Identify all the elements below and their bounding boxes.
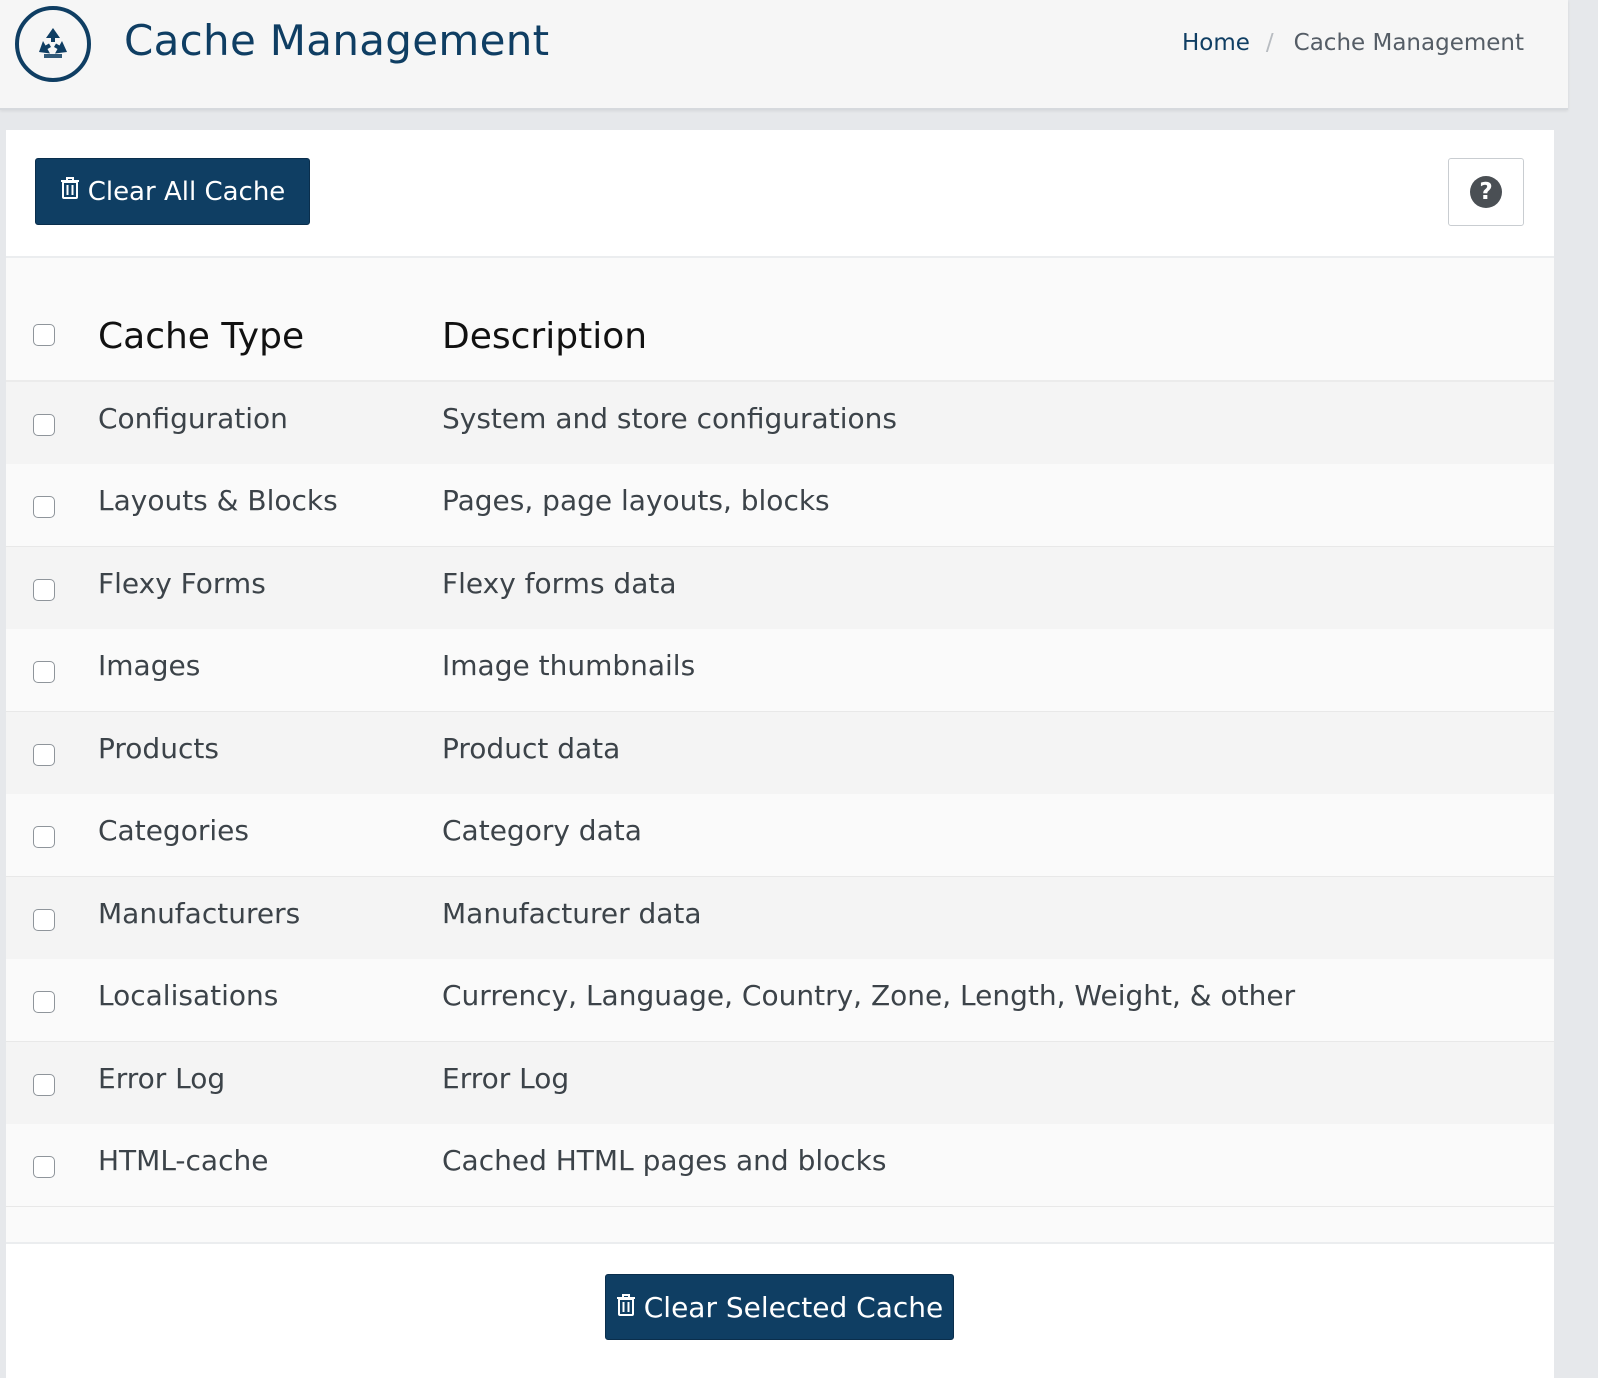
- column-header-cache-type: Cache Type: [98, 316, 305, 357]
- description-cell: Currency, Language, Country, Zone, Lengt…: [442, 979, 1296, 1012]
- table-row: Configuration System and store configura…: [6, 382, 1554, 465]
- table-header: Cache Type Description: [6, 258, 1554, 382]
- description-cell: Error Log: [442, 1062, 570, 1095]
- cache-type-cell: Categories: [98, 814, 249, 847]
- page-title: Cache Management: [124, 16, 550, 65]
- breadcrumb: Home / Cache Management: [1182, 30, 1524, 56]
- trash-icon: [616, 1291, 636, 1324]
- cache-type-cell: HTML-cache: [98, 1144, 269, 1177]
- table-row: Products Product data: [6, 712, 1554, 795]
- table-row: Flexy Forms Flexy forms data: [6, 547, 1554, 630]
- clear-selected-cache-button[interactable]: Clear Selected Cache: [605, 1274, 954, 1340]
- clear-all-cache-button[interactable]: Clear All Cache: [35, 158, 310, 225]
- cache-type-cell: Images: [98, 649, 201, 682]
- cache-type-cell: Flexy Forms: [98, 567, 266, 600]
- cache-table: Cache Type Description Configuration Sys…: [6, 258, 1554, 1242]
- description-cell: System and store configurations: [442, 402, 897, 435]
- select-all-checkbox[interactable]: [33, 324, 55, 346]
- table-row: HTML-cache Cached HTML pages and blocks: [6, 1124, 1554, 1207]
- help-button[interactable]: ?: [1448, 158, 1524, 226]
- description-cell: Manufacturer data: [442, 897, 702, 930]
- clear-all-cache-label: Clear All Cache: [87, 176, 286, 207]
- recycle-icon: [15, 6, 91, 82]
- question-circle-icon: ?: [1470, 176, 1502, 208]
- row-checkbox[interactable]: [33, 744, 55, 766]
- cache-type-cell: Manufacturers: [98, 897, 301, 930]
- description-cell: Product data: [442, 732, 621, 765]
- row-checkbox[interactable]: [33, 414, 55, 436]
- cache-panel: Clear All Cache ? Cache Type Description…: [6, 130, 1554, 1378]
- breadcrumb-current: Cache Management: [1293, 30, 1524, 56]
- row-checkbox[interactable]: [33, 991, 55, 1013]
- cache-type-cell: Error Log: [98, 1062, 226, 1095]
- clear-selected-cache-label: Clear Selected Cache: [643, 1290, 944, 1324]
- row-checkbox[interactable]: [33, 1074, 55, 1096]
- row-checkbox[interactable]: [33, 579, 55, 601]
- cache-type-cell: Localisations: [98, 979, 279, 1012]
- row-checkbox[interactable]: [33, 496, 55, 518]
- table-row: Categories Category data: [6, 794, 1554, 877]
- table-row: Manufacturers Manufacturer data: [6, 877, 1554, 960]
- column-header-description: Description: [442, 316, 648, 357]
- table-row: Layouts & Blocks Pages, page layouts, bl…: [6, 464, 1554, 547]
- table-row: Images Image thumbnails: [6, 629, 1554, 712]
- row-checkbox[interactable]: [33, 826, 55, 848]
- cache-type-cell: Layouts & Blocks: [98, 484, 338, 517]
- toolbar: Clear All Cache ?: [6, 130, 1554, 258]
- panel-footer: Clear Selected Cache: [6, 1242, 1554, 1378]
- cache-type-cell: Products: [98, 732, 219, 765]
- breadcrumb-separator: /: [1265, 30, 1274, 56]
- breadcrumb-home-link[interactable]: Home: [1182, 30, 1250, 56]
- description-cell: Cached HTML pages and blocks: [442, 1144, 887, 1177]
- description-cell: Category data: [442, 814, 642, 847]
- trash-icon: [60, 176, 80, 207]
- cache-type-cell: Configuration: [98, 402, 288, 435]
- page-header: Cache Management Home / Cache Management: [0, 0, 1568, 110]
- description-cell: Flexy forms data: [442, 567, 677, 600]
- row-checkbox[interactable]: [33, 1156, 55, 1178]
- table-row: Localisations Currency, Language, Countr…: [6, 959, 1554, 1042]
- description-cell: Pages, page layouts, blocks: [442, 484, 830, 517]
- table-row: Error Log Error Log: [6, 1042, 1554, 1125]
- row-checkbox[interactable]: [33, 661, 55, 683]
- description-cell: Image thumbnails: [442, 649, 696, 682]
- row-checkbox[interactable]: [33, 909, 55, 931]
